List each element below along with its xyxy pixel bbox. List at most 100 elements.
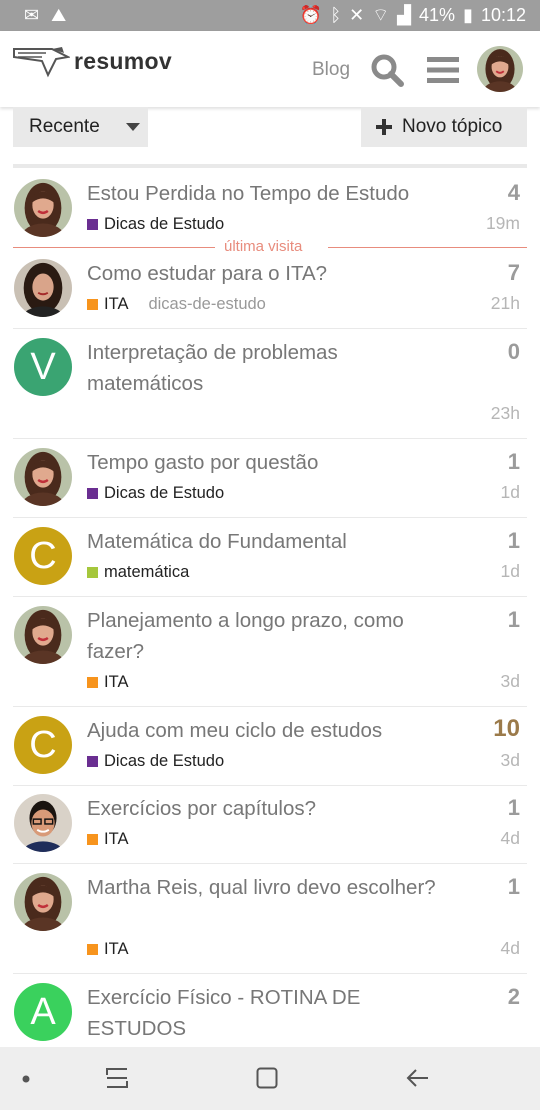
reply-count[interactable]: 10 <box>493 715 520 743</box>
category-swatch <box>87 756 98 767</box>
clock: 10:12 <box>480 5 526 25</box>
topic-category[interactable]: Dicas de Estudo <box>87 484 224 503</box>
topic-age[interactable]: 1d <box>501 561 520 582</box>
topic-category[interactable]: ITA <box>87 830 128 849</box>
user-avatar[interactable] <box>477 46 523 92</box>
category-swatch <box>87 488 98 499</box>
topic-avatar[interactable] <box>14 179 72 237</box>
topic-title[interactable]: Martha Reis, qual livro devo escolher? <box>87 872 457 903</box>
search-icon[interactable] <box>370 53 404 87</box>
topic-category[interactable]: ITA <box>87 940 128 959</box>
topic-age[interactable]: 23h <box>491 403 520 424</box>
topic-title[interactable]: Planejamento a longo prazo, como fazer? <box>87 605 457 667</box>
topic-title[interactable]: Estou Perdida no Tempo de Estudo <box>87 178 457 209</box>
category-label: matemática <box>104 563 190 581</box>
topic-avatar[interactable]: C <box>14 716 72 774</box>
topic-category[interactable]: matemática <box>87 563 189 582</box>
category-label: Dicas de Estudo <box>104 215 225 233</box>
android-nav-bar <box>0 1047 540 1110</box>
reply-count[interactable]: 1 <box>508 528 520 554</box>
topic-avatar[interactable]: C <box>14 527 72 585</box>
topic-category[interactable]: Dicas de Estudo <box>87 215 224 234</box>
site-header: resumov Blog <box>0 31 540 107</box>
new-topic-label: Novo tópico <box>402 116 503 137</box>
hamburger-menu-icon[interactable] <box>427 56 459 84</box>
category-swatch <box>87 219 98 230</box>
mute-icon: ✕ <box>349 5 365 25</box>
topic-age[interactable]: 19m <box>486 213 520 234</box>
filter-dropdown[interactable]: Recente <box>13 107 148 147</box>
topic-avatar[interactable] <box>14 794 72 852</box>
topic-age[interactable]: 4d <box>501 938 520 959</box>
topic-avatar[interactable] <box>14 606 72 664</box>
topic-age[interactable]: 3d <box>501 671 520 692</box>
topic-title[interactable]: Exercício Físico - ROTINA DE ESTUDOS <box>87 982 457 1044</box>
topic-title[interactable]: Matemática do Fundamental <box>87 526 457 557</box>
reply-count[interactable]: 7 <box>508 260 520 286</box>
logo-bird-icon <box>13 47 70 78</box>
topic-avatar[interactable] <box>14 873 72 931</box>
topic-row[interactable]: Planejamento a longo prazo, como fazer? … <box>13 597 527 707</box>
topic-avatar[interactable] <box>14 448 72 506</box>
category-label: ITA <box>104 940 129 958</box>
back-icon[interactable] <box>406 1067 430 1089</box>
topic-category[interactable]: ITA <box>87 673 128 692</box>
caret-down-icon <box>125 123 140 131</box>
logo-text: resumov <box>74 47 172 74</box>
blog-link[interactable]: Blog <box>312 59 350 81</box>
reply-count[interactable]: 1 <box>508 607 520 633</box>
topic-title[interactable]: Tempo gasto por questão <box>87 447 457 478</box>
category-swatch <box>87 944 98 955</box>
topic-age[interactable]: 3d <box>501 750 520 771</box>
topic-age[interactable]: 1d <box>501 482 520 503</box>
category-label: ITA <box>104 295 129 313</box>
new-topic-button[interactable]: Novo tópico <box>361 107 527 147</box>
topic-title[interactable]: Como estudar para o ITA? <box>87 258 457 289</box>
topic-age[interactable]: 4d <box>501 828 520 849</box>
category-swatch <box>87 834 98 845</box>
topic-avatar[interactable]: A <box>14 983 72 1041</box>
category-swatch <box>87 299 98 310</box>
topic-row[interactable]: Martha Reis, qual livro devo escolher? I… <box>13 864 527 974</box>
signal-icon: ▟ <box>397 5 412 25</box>
filter-label: Recente <box>29 116 100 137</box>
mail-icon: ✉ <box>24 5 40 25</box>
topic-row[interactable]: Exercícios por capítulos? ITA 1 4d <box>13 786 527 864</box>
reply-count[interactable]: 1 <box>508 874 520 900</box>
home-icon[interactable] <box>256 1067 278 1089</box>
topic-row[interactable]: Tempo gasto por questão Dicas de Estudo … <box>13 439 527 518</box>
logo[interactable]: resumov <box>12 43 172 79</box>
battery-icon: ▮ <box>463 5 473 25</box>
topic-row[interactable]: A Exercício Físico - ROTINA DE ESTUDOS 2 <box>13 974 527 1047</box>
topic-title[interactable]: Ajuda com meu ciclo de estudos <box>87 715 457 746</box>
status-bar: ✉ ⛰ ⏰ ᛒ ✕ ⌔ ▟ 41% ▮ 10:12 <box>0 0 540 31</box>
recent-apps-icon[interactable] <box>105 1067 129 1089</box>
topic-category[interactable]: Dicas de Estudo <box>87 752 224 771</box>
alarm-icon: ⏰ <box>299 5 323 25</box>
topic-category[interactable]: ITA dicas-de-estudo <box>87 295 266 314</box>
reply-count[interactable]: 1 <box>508 795 520 821</box>
topic-row[interactable]: C Ajuda com meu ciclo de estudos Dicas d… <box>13 707 527 786</box>
topic-age[interactable]: 21h <box>491 293 520 314</box>
reply-count[interactable]: 0 <box>508 339 520 365</box>
topic-row[interactable]: C Matemática do Fundamental matemática 1… <box>13 518 527 597</box>
reply-count[interactable]: 1 <box>508 449 520 475</box>
reply-count[interactable]: 4 <box>508 180 520 206</box>
topic-avatar[interactable]: V <box>14 338 72 396</box>
category-label: ITA <box>104 673 129 691</box>
category-label: Dicas de Estudo <box>104 752 225 770</box>
topic-title[interactable]: Interpretação de problemas matemáticos <box>87 337 457 399</box>
topic-row[interactable]: Como estudar para o ITA? ITA dicas-de-est… <box>13 249 527 329</box>
topic-row[interactable]: V Interpretação de problemas matemáticos… <box>13 329 527 439</box>
battery-percent: 41% <box>419 5 456 25</box>
topic-avatar[interactable] <box>14 259 72 317</box>
image-notification-icon: ⛰ <box>51 5 67 25</box>
topic-title[interactable]: Exercícios por capítulos? <box>87 793 457 824</box>
plus-icon <box>376 119 392 135</box>
topic-row[interactable]: Estou Perdida no Tempo de Estudo Dicas d… <box>13 168 527 248</box>
topic-tag[interactable]: dicas-de-estudo <box>148 295 265 314</box>
reply-count[interactable]: 2 <box>508 984 520 1010</box>
category-label: ITA <box>104 830 129 848</box>
category-label: Dicas de Estudo <box>104 484 225 502</box>
wifi-icon: ⌔ <box>372 5 390 25</box>
